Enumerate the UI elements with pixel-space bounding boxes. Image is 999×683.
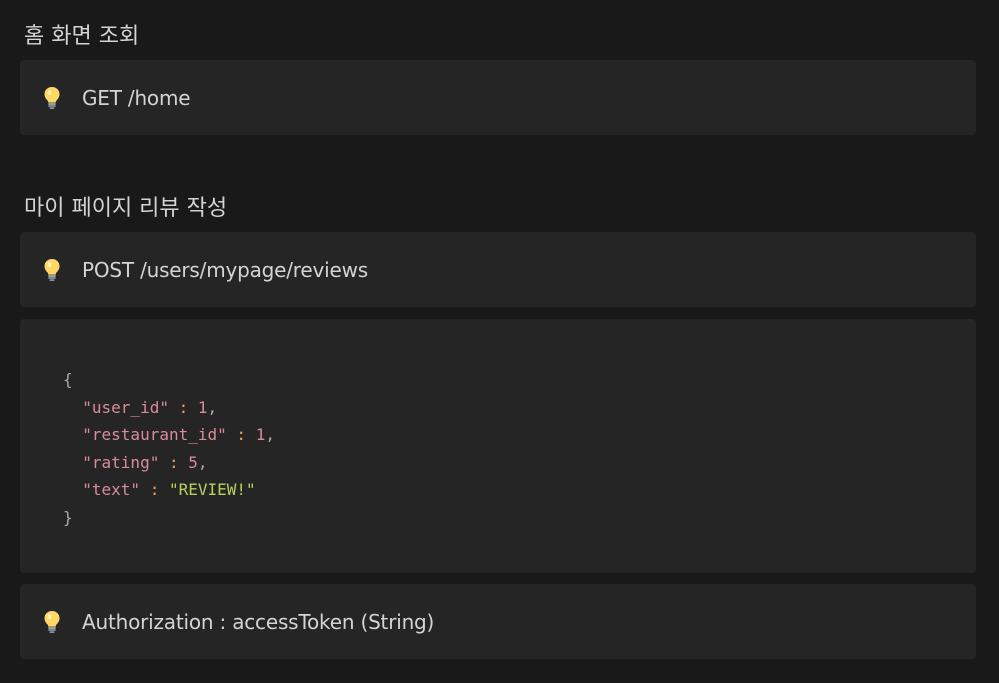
code-block[interactable]: { "user_id" : 1, "restaurant_id" : 1, "r… bbox=[20, 319, 976, 573]
callout-home-endpoint: GET /home bbox=[20, 60, 976, 135]
callout-review-endpoint: POST /users/mypage/reviews bbox=[20, 232, 976, 307]
callout-authorization: Authorization : accessToken (String) bbox=[20, 584, 976, 659]
lightbulb-icon bbox=[42, 610, 62, 634]
code-key: "restaurant_id" bbox=[82, 425, 227, 444]
code-value: 1 bbox=[255, 425, 266, 444]
lightbulb-icon bbox=[42, 86, 62, 110]
code-content: { "user_id" : 1, "restaurant_id" : 1, "r… bbox=[63, 370, 275, 527]
endpoint-text: POST /users/mypage/reviews bbox=[82, 257, 368, 282]
code-value: "REVIEW!" bbox=[168, 480, 256, 499]
code-value: 5 bbox=[188, 452, 198, 472]
page: 홈 화면 조회 GET /home 마이 페이지 리뷰 작성 POST /use bbox=[0, 0, 999, 683]
code-key: "user_id" bbox=[82, 397, 169, 417]
code-close-brace: } bbox=[63, 507, 73, 527]
authorization-text: Authorization : accessToken (String) bbox=[82, 609, 435, 634]
code-key: "text" bbox=[82, 480, 141, 499]
section-heading-review: 마이 페이지 리뷰 작성 bbox=[24, 196, 228, 221]
code-value: 1 bbox=[197, 397, 208, 417]
endpoint-text: GET /home bbox=[82, 85, 191, 110]
code-open-brace: { bbox=[63, 370, 73, 389]
lightbulb-icon bbox=[42, 258, 62, 282]
code-key: "rating" bbox=[82, 452, 160, 472]
section-heading-home: 홈 화면 조회 bbox=[24, 24, 140, 49]
